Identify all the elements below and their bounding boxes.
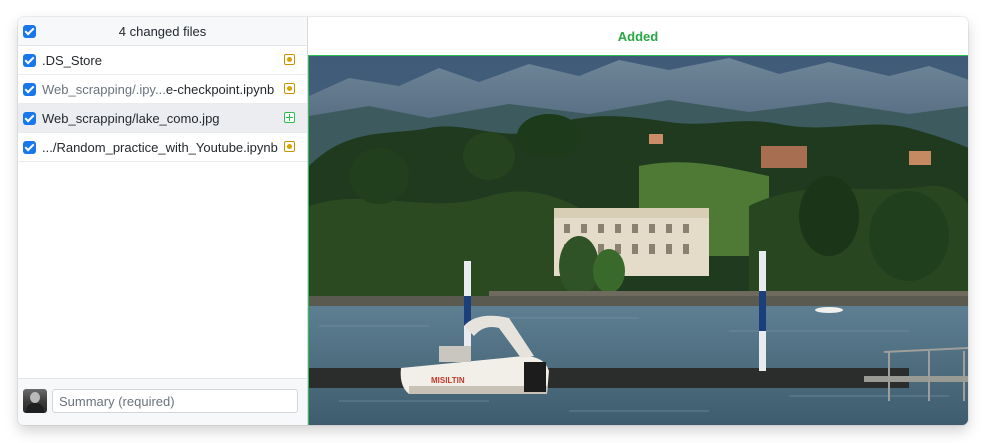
file-modified-icon — [284, 83, 295, 94]
avatar-head — [30, 392, 40, 403]
changed-files-count: 4 changed files — [118, 24, 207, 39]
changes-header: 4 changed files — [18, 17, 307, 46]
file-path-text: .DS_Store — [42, 53, 102, 68]
file-path-text: Web_scrapping/lake_como.jpg — [42, 111, 220, 126]
commit-summary-input[interactable]: Summary (required) — [52, 389, 298, 413]
avatar — [23, 389, 47, 413]
summary-placeholder: Summary (required) — [59, 394, 175, 409]
commit-area: Summary (required) — [18, 378, 307, 425]
file-modified-icon — [284, 141, 295, 152]
file-path: .DS_Store — [42, 53, 102, 68]
file-row[interactable]: Web_scrapping/.ipy...e-checkpoint.ipynb — [18, 75, 307, 104]
include-file-checkbox[interactable] — [23, 141, 36, 154]
file-row[interactable]: .DS_Store — [18, 46, 307, 75]
file-path: Web_scrapping/.ipy...e-checkpoint.ipynb — [42, 82, 274, 97]
file-added-icon — [284, 112, 295, 123]
include-file-checkbox[interactable] — [23, 83, 36, 96]
include-file-checkbox[interactable] — [23, 54, 36, 67]
file-path-directory: Web_scrapping/.ipy... — [42, 82, 166, 97]
file-path: Web_scrapping/lake_como.jpg — [42, 111, 220, 126]
file-path-filename: e-checkpoint.ipynb — [165, 82, 275, 97]
file-row-selected[interactable]: Web_scrapping/lake_como.jpg — [18, 104, 307, 133]
lake-como-image: MISILTIN — [309, 56, 968, 425]
diff-panel: Added MISILTIN — [308, 17, 968, 425]
file-row[interactable]: .../Random_practice_with_Youtube.ipynb — [18, 133, 307, 162]
app-window: 4 changed files .DS_Store Web_scrapping/… — [18, 17, 968, 425]
file-modified-icon — [284, 54, 295, 65]
image-preview: MISILTIN — [308, 55, 968, 425]
include-file-checkbox[interactable] — [23, 112, 36, 125]
svg-text:MISILTIN: MISILTIN — [431, 376, 465, 385]
changes-sidebar: 4 changed files .DS_Store Web_scrapping/… — [18, 17, 308, 425]
file-path: .../Random_practice_with_Youtube.ipynb — [42, 140, 278, 155]
avatar-body — [26, 403, 44, 413]
file-path-text: .../Random_practice_with_Youtube.ipynb — [42, 140, 278, 155]
diff-status-label: Added — [617, 29, 659, 44]
